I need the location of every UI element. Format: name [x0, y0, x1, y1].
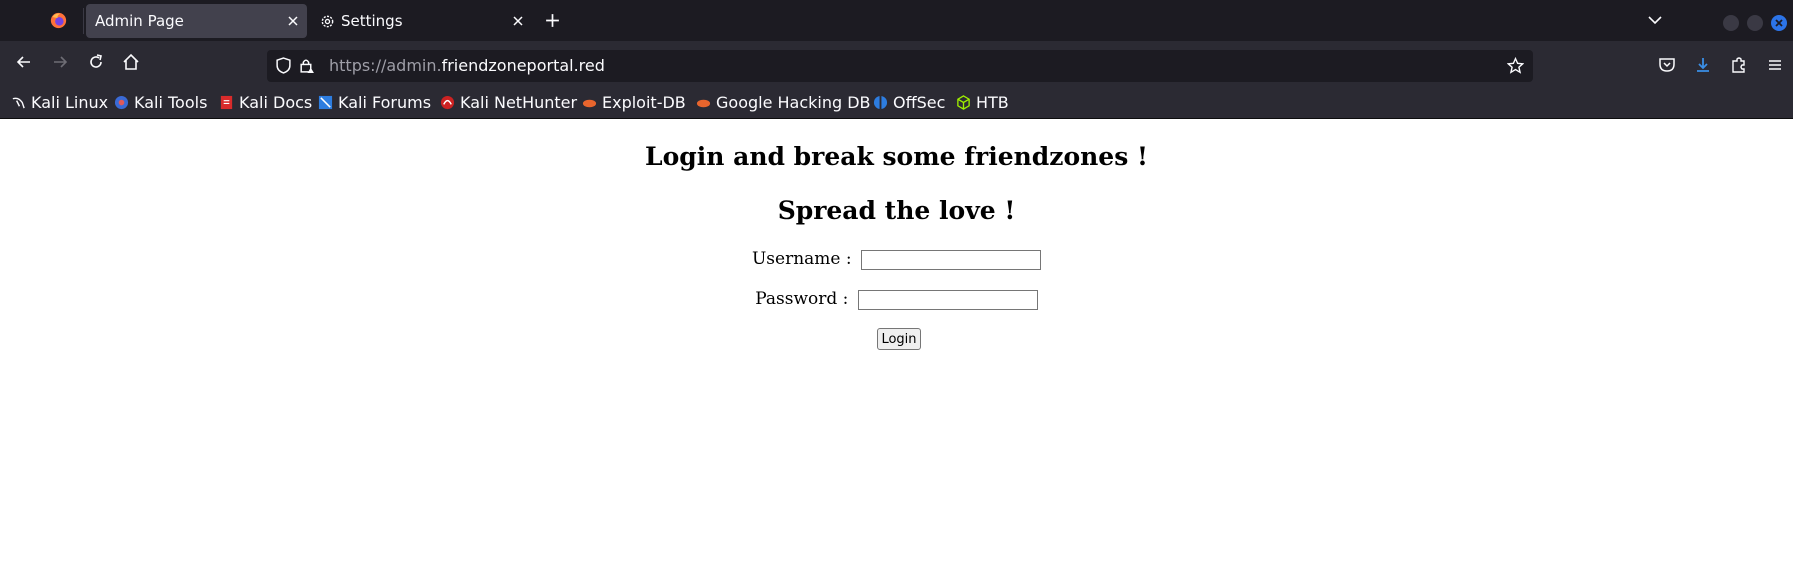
new-tab-plus-icon[interactable]	[544, 12, 561, 29]
exploitdb-icon	[582, 99, 597, 107]
password-label: Password :	[755, 289, 849, 309]
bookmark-kali-forums[interactable]: Kali Forums	[318, 92, 431, 112]
bookmark-label: Exploit-DB	[602, 92, 686, 112]
password-row: Password :	[0, 289, 1793, 310]
back-arrow-icon[interactable]	[14, 52, 34, 72]
password-input[interactable]	[857, 289, 1038, 310]
login-button[interactable]: Login	[877, 328, 921, 350]
window-maximize-button[interactable]	[1747, 15, 1763, 31]
extensions-puzzle-icon[interactable]	[1729, 55, 1749, 75]
bookmark-label: Google Hacking DB	[716, 92, 871, 112]
url-host: friendzoneportal.red	[441, 56, 605, 75]
kali-docs-icon	[220, 95, 233, 109]
bookmark-offsec[interactable]: OffSec	[873, 92, 945, 112]
bookmark-label: Kali NetHunter	[460, 92, 578, 112]
ghdb-icon	[696, 99, 711, 107]
username-row: Username :	[0, 249, 1793, 270]
bookmark-exploit-db[interactable]: Exploit-DB	[582, 92, 686, 112]
bookmark-kali-docs[interactable]: Kali Docs	[219, 92, 312, 112]
username-label: Username :	[751, 249, 852, 269]
downloads-icon[interactable]	[1693, 55, 1713, 75]
nethunter-icon	[440, 95, 455, 109]
bookmark-kali-linux[interactable]: Kali Linux	[11, 92, 108, 112]
gear-icon	[321, 15, 334, 28]
firefox-logo-icon[interactable]	[50, 12, 67, 29]
username-input[interactable]	[861, 249, 1042, 270]
bookmark-kali-tools[interactable]: Kali Tools	[114, 92, 207, 112]
page-heading: Login and break some friendzones !	[645, 142, 1148, 171]
shield-icon[interactable]	[275, 57, 292, 74]
url-bar[interactable]: https://admin.friendzoneportal.red	[267, 50, 1533, 82]
bookmark-kali-nethunter[interactable]: Kali NetHunter	[440, 92, 577, 112]
tab-settings[interactable]: Settings	[312, 4, 532, 38]
forward-arrow-icon[interactable]	[50, 52, 70, 72]
reload-icon[interactable]	[86, 52, 106, 72]
bookmark-label: HTB	[976, 92, 1009, 112]
bookmark-label: Kali Tools	[134, 92, 208, 112]
home-icon[interactable]	[121, 52, 141, 72]
lock-warning-icon[interactable]	[298, 57, 315, 74]
close-icon[interactable]	[510, 13, 526, 29]
tab-separator	[83, 8, 84, 34]
url-prefix: https://admin.	[329, 56, 442, 75]
bookmarks-toolbar: Kali Linux Kali Tools Kali Docs Kali For…	[0, 84, 1793, 119]
bookmark-label: OffSec	[893, 92, 946, 112]
bookmark-label: Kali Forums	[338, 92, 432, 112]
offsec-icon	[873, 95, 888, 109]
chevron-down-icon[interactable]	[1647, 14, 1663, 26]
bookmark-label: Kali Linux	[31, 92, 109, 112]
kali-dragon-icon	[12, 97, 25, 108]
close-icon	[1775, 19, 1783, 27]
close-icon[interactable]	[285, 13, 301, 29]
tab-title: Settings	[341, 12, 403, 30]
htb-cube-icon	[957, 94, 970, 110]
bookmark-google-hacking-db[interactable]: Google Hacking DB	[696, 92, 871, 112]
tab-admin-page[interactable]: Admin Page	[86, 4, 307, 38]
window-minimize-button[interactable]	[1723, 15, 1739, 31]
page-content: Login and break some friendzones ! Sprea…	[0, 119, 1793, 577]
bookmark-htb[interactable]: HTB	[956, 92, 1009, 112]
pocket-icon[interactable]	[1657, 55, 1677, 75]
window-close-button[interactable]	[1771, 15, 1787, 31]
url-text[interactable]: https://admin.friendzoneportal.red	[329, 56, 605, 75]
bookmark-star-icon[interactable]	[1507, 57, 1524, 74]
page-subheading: Spread the love !	[777, 196, 1016, 225]
kali-forums-icon	[318, 95, 333, 109]
kali-tools-icon	[114, 95, 129, 109]
hamburger-menu-icon[interactable]	[1765, 55, 1785, 75]
tab-bar: Admin Page Settings	[0, 0, 1793, 41]
tab-title: Admin Page	[95, 12, 184, 30]
bookmark-label: Kali Docs	[239, 92, 313, 112]
